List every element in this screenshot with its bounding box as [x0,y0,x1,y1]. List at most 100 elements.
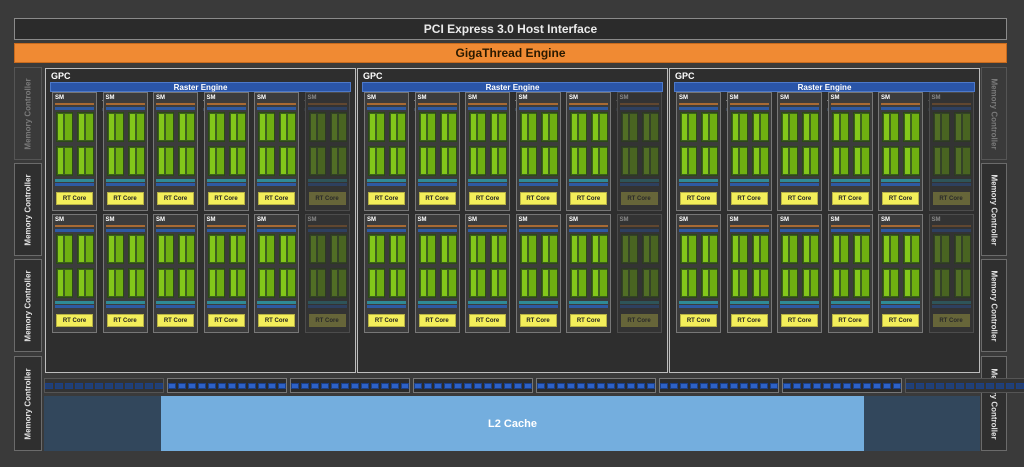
sm-dispatch-bar [105,107,145,110]
sm-tex-bar [881,301,920,304]
sm-l1-bar [156,183,195,186]
cuda-core-lane [166,236,173,262]
cuda-core-lane [267,114,274,140]
cuda-core-lane [682,114,687,140]
cuda-core-lane [115,270,123,296]
cuda-core-lane [934,148,940,174]
cuda-core-lane [420,148,426,174]
cuda-core-lane [108,270,114,296]
sm-tex-bar [729,301,769,304]
cuda-core-lane [549,148,557,174]
cuda-core-block [127,268,145,298]
cuda-core-block [207,146,225,176]
cuda-core-block [106,146,124,176]
sm-cache-bar [830,103,870,105]
sm-cache-bar [468,103,507,105]
cuda-core-lane [804,148,809,174]
sm-label: SM [257,217,266,223]
rt-core: RT Core [56,314,93,327]
cuda-core-lane [317,236,325,262]
sm-cache-bar [679,103,718,105]
cuda-core-block [591,234,608,264]
cuda-core-lane [854,236,860,262]
l2-cache-label: L2 Cache [488,417,537,430]
sm-dispatch-bar [780,229,819,232]
sm-label: SM [931,217,941,223]
cuda-core-lane [753,148,759,174]
l2-slice [44,378,164,393]
cuda-core-lane [237,114,245,140]
cuda-core-block [641,112,659,142]
sm-cache-bar [518,103,558,105]
cuda-core-block [641,234,659,264]
cuda-core-lane [643,236,649,262]
sm-tex-bar [105,179,145,182]
rt-core: RT Core [308,192,346,205]
cuda-core-block [903,112,920,142]
cuda-core-block [207,268,225,298]
l2-slice [536,378,656,393]
sm-label: SM [206,95,216,101]
cuda-core-lane [492,270,497,296]
cuda-core-lane [115,236,123,262]
cuda-core-lane [804,270,809,296]
cuda-core-lane [471,114,476,140]
cuda-core-lane [955,270,961,296]
sm-l1-bar [417,305,457,308]
rt-core: RT Core [368,314,405,327]
cuda-core-block [570,112,587,142]
cuda-core-lane [187,148,194,174]
cuda-core-lane [861,114,869,140]
sm-dispatch-bar [780,107,819,110]
cuda-core-lane [420,114,426,140]
sm-tex-bar [307,301,347,304]
sm-label: SM [55,217,64,223]
rt-core: RT Core [157,314,194,327]
cuda-core-lane [622,270,628,296]
sm: SM RT Core [566,92,611,211]
cuda-core-block [368,146,385,176]
sm-l1-bar [55,305,94,308]
cuda-core-lane [420,270,426,296]
rt-core-label: RT Core [475,317,500,324]
sm: SM RT Core [777,214,822,333]
cuda-core-lane [650,270,658,296]
sm: SM RT Core [676,92,721,211]
cuda-core-lane [159,236,164,262]
rt-core: RT Core [882,314,919,327]
cuda-core-block [389,146,406,176]
cuda-core-lane [732,270,738,296]
tpc: ▼ ▼TPCPolyMorph EngineSMRT CoreSMRT Core [776,92,823,368]
cuda-core-lane [962,148,970,174]
cuda-core-lane [962,236,970,262]
cuda-core-block [852,234,870,264]
cuda-core-lane [129,148,135,174]
cuda-core-lane [905,270,910,296]
cuda-core-lane [209,114,215,140]
cuda-core-lane [478,236,485,262]
sm-cache-bar [881,225,920,227]
cuda-core-lane [209,148,215,174]
sm-dispatch-bar [55,229,94,232]
cuda-core-block [641,146,659,176]
cuda-core-lane [854,114,860,140]
sm-dispatch-bar [931,229,971,232]
sm-label: SM [679,217,688,223]
cuda-core-block [258,268,275,298]
cuda-core-lane [159,114,164,140]
gpc: GPCRaster Engine▼ ▼TPCPolyMorph EngineSM… [45,68,356,373]
sm: SM RT Core [102,92,148,211]
sm-dispatch-bar [468,229,507,232]
cuda-core-lane [288,148,295,174]
sm-dispatch-bar [367,229,406,232]
cuda-core-lane [317,148,325,174]
rt-core-label: RT Core [627,195,651,202]
cuda-core-block [751,146,769,176]
cuda-core-lane [912,148,919,174]
sm-dispatch-bar [679,229,718,232]
cuda-core-block [490,234,507,264]
cuda-core-lane [391,236,396,262]
cuda-core-block [953,268,971,298]
rt-core-label: RT Core [62,195,87,202]
cuda-core-block [852,112,870,142]
